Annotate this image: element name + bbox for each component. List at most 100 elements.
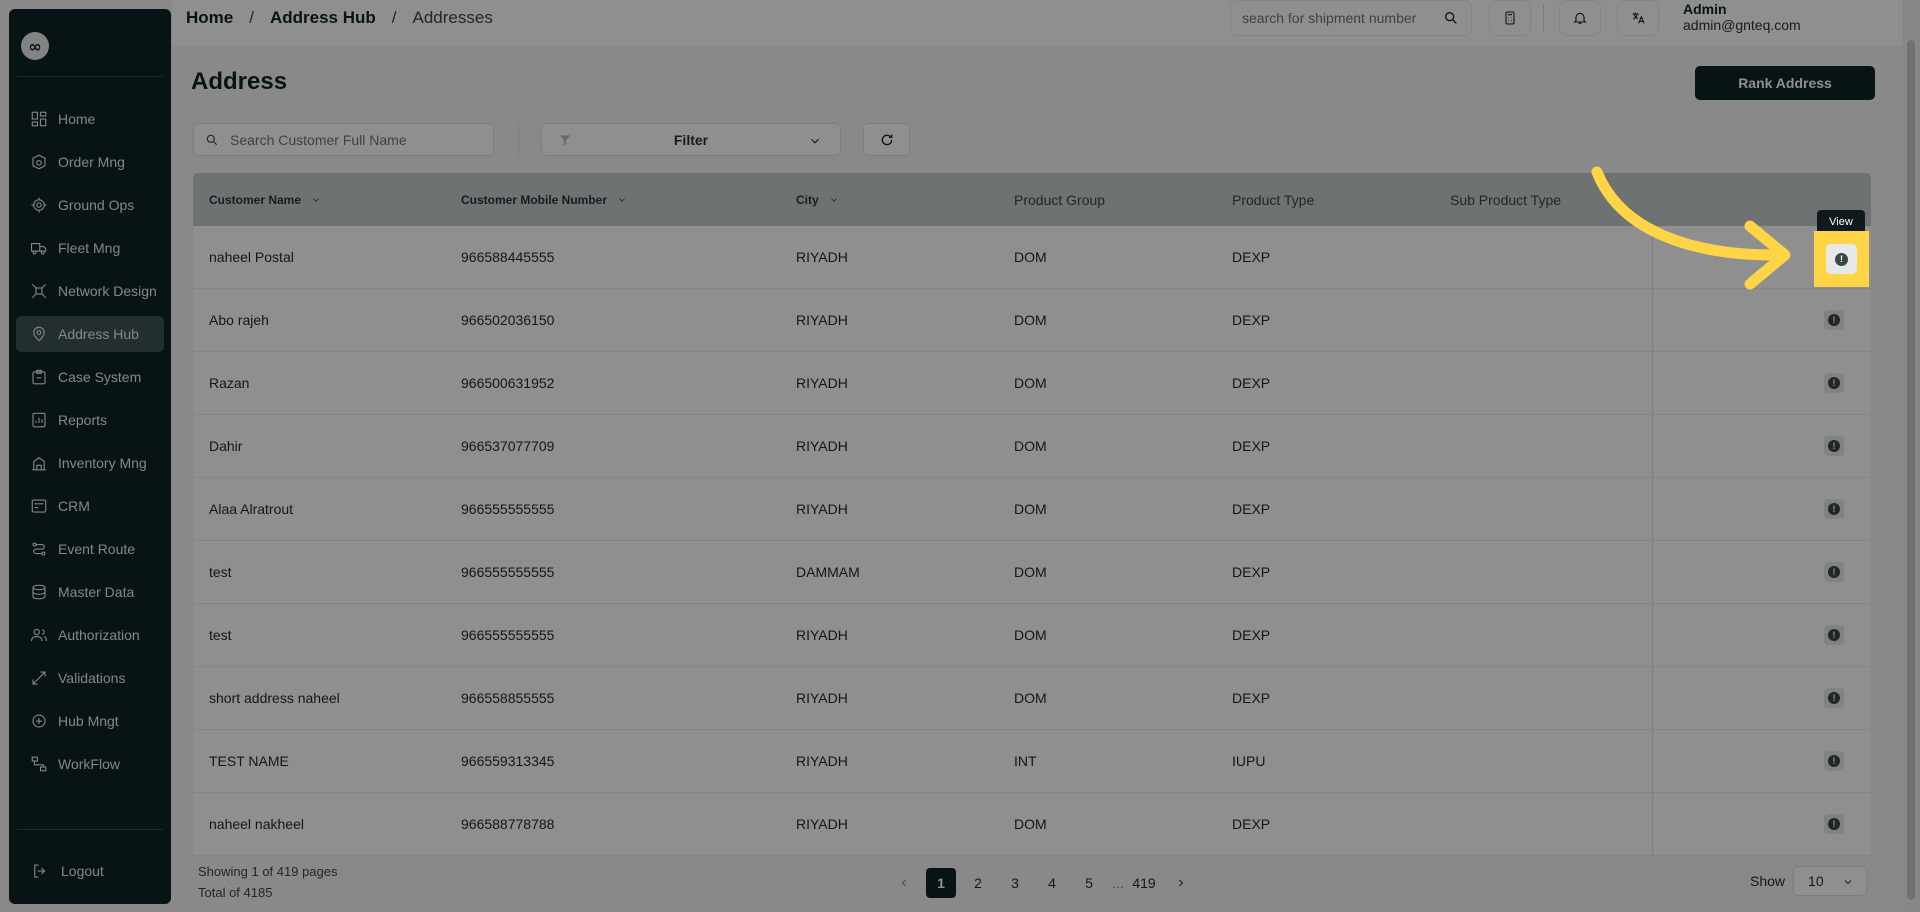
filter-label: Filter [673,131,709,148]
page-scrollbar[interactable] [1902,0,1920,912]
sidebar-item-hub-mngt[interactable]: Hub Mngt [16,703,164,739]
prev-page-button[interactable] [889,868,919,898]
sidebar-item-event-route[interactable]: Event Route [16,531,164,567]
view-icon: ! [1828,440,1840,452]
show-label: Show [1750,873,1786,889]
table-cell: DAMMAM [796,564,860,580]
table-cell: 966537077709 [461,438,555,454]
chevron-down-icon [1844,880,1852,885]
sidebar-item-inventory-mng[interactable]: Inventory Mng [16,445,164,481]
search-icon[interactable] [1443,10,1459,26]
view-icon: ! [1828,566,1840,578]
refresh-icon [881,134,892,145]
sidebar-item-label: Ground Ops [58,197,135,213]
case-icon [30,368,48,386]
view-button[interactable]: ! [1824,436,1844,456]
sidebar-item-authorization[interactable]: Authorization [16,617,164,653]
shipment-search-placeholder: search for shipment number [1242,10,1417,26]
sort-chevron-icon [313,198,319,202]
refresh-button[interactable] [863,123,910,156]
table-cell: naheel nakheel [209,816,304,832]
table-cell: DEXP [1232,690,1271,706]
table-cell: test [209,627,232,643]
sidebar-item-master-data[interactable]: Master Data [16,574,164,610]
sidebar: ∞ Home Order Mng Ground Ops Fleet Mng Networ… [9,9,171,904]
sidebar-item-ground-ops[interactable]: Ground Ops [16,187,164,223]
toolbar-divider [518,123,519,156]
breadcrumb-addresses: Addresses [412,8,493,27]
scrollbar-thumb[interactable] [1907,40,1915,900]
sidebar-item-validations[interactable]: Validations [16,660,164,696]
table-cell: RIYADH [796,375,848,391]
view-button[interactable]: ! [1824,310,1844,330]
actions-divider [1652,793,1653,855]
logout-icon [34,864,46,878]
truck-icon [30,239,48,257]
page-4-button[interactable]: 4 [1037,868,1067,898]
table-cell: DEXP [1232,312,1271,328]
filter-icon [559,135,571,146]
page-1-button[interactable]: 1 [926,868,956,898]
view-button[interactable]: ! [1824,499,1844,519]
rank-address-button[interactable]: Rank Address [1695,66,1875,100]
view-button[interactable]: ! [1824,625,1844,645]
breadcrumb-address-hub[interactable]: Address Hub [270,8,376,28]
table-cell: short address naheel [209,690,340,706]
view-button[interactable]: ! [1824,751,1844,771]
sidebar-item-home[interactable]: Home [16,101,164,137]
sidebar-item-address-hub[interactable]: Address Hub [16,316,164,352]
sidebar-item-network-design[interactable]: Network Design [16,273,164,309]
translate-icon [1632,12,1645,24]
filter-dropdown[interactable]: Filter [541,123,841,156]
language-button[interactable] [1618,1,1658,35]
crm-icon [30,497,48,515]
bell-icon [1573,12,1587,24]
column-customer-name[interactable]: Customer Name [209,173,321,226]
sidebar-item-crm[interactable]: CRM [16,488,164,524]
user-menu[interactable]: Admin admin@gnteq.com [1683,1,1801,33]
breadcrumb-home[interactable]: Home [186,8,233,28]
actions-divider [1652,415,1653,477]
page-last-button[interactable]: 419 [1129,868,1159,898]
database-icon [30,583,48,601]
table-cell: RIYADH [796,501,848,517]
home-icon [30,110,48,128]
logout-button[interactable]: Logout [31,862,104,880]
location-icon [30,325,48,343]
sidebar-item-label: WorkFlow [58,756,120,772]
table-row: test 966555555555 DAMMAM DOM DEXP! [193,541,1871,604]
pagination: 1 2 3 4 5 ... 419 [889,868,1203,898]
sidebar-item-order-mng[interactable]: Order Mng [16,144,164,180]
sidebar-item-fleet-mng[interactable]: Fleet Mng [16,230,164,266]
shipment-search-input[interactable]: search for shipment number [1231,1,1471,35]
table-cell: DOM [1014,627,1047,643]
column-city[interactable]: City [796,173,839,226]
table-cell: DEXP [1232,501,1271,517]
calculator-button[interactable] [1490,1,1530,35]
view-button[interactable]: ! [1824,562,1844,582]
table-row: naheel nakheel 966588778788 RIYADH DOM DEXP! [193,793,1871,856]
column-sub-product-type: Sub Product Type [1450,191,1562,208]
page-size-select[interactable]: 10 [1793,866,1868,896]
sidebar-item-label: Event Route [58,541,136,557]
view-button[interactable]: ! [1824,373,1844,393]
view-icon: ! [1828,629,1840,641]
view-button[interactable]: ! [1826,244,1857,274]
sidebar-item-case-system[interactable]: Case System [16,359,164,395]
page-5-button[interactable]: 5 [1074,868,1104,898]
customer-search-input[interactable]: Search Customer Full Name [193,123,494,156]
column-mobile-number[interactable]: Customer Mobile Number [461,173,627,226]
notifications-button[interactable] [1560,1,1600,35]
highlighted-view-button[interactable]: ! [1814,231,1869,287]
view-button[interactable]: ! [1824,688,1844,708]
page-3-button[interactable]: 3 [1000,868,1030,898]
user-email: admin@gnteq.com [1683,17,1801,33]
view-button[interactable]: ! [1824,814,1844,834]
page-2-button[interactable]: 2 [963,868,993,898]
table-cell: DEXP [1232,438,1271,454]
app-logo-icon[interactable]: ∞ [21,32,49,60]
table-cell: IUPU [1232,753,1266,769]
sidebar-item-reports[interactable]: Reports [16,402,164,438]
next-page-button[interactable] [1166,868,1196,898]
sidebar-item-workflow[interactable]: WorkFlow [16,746,164,782]
